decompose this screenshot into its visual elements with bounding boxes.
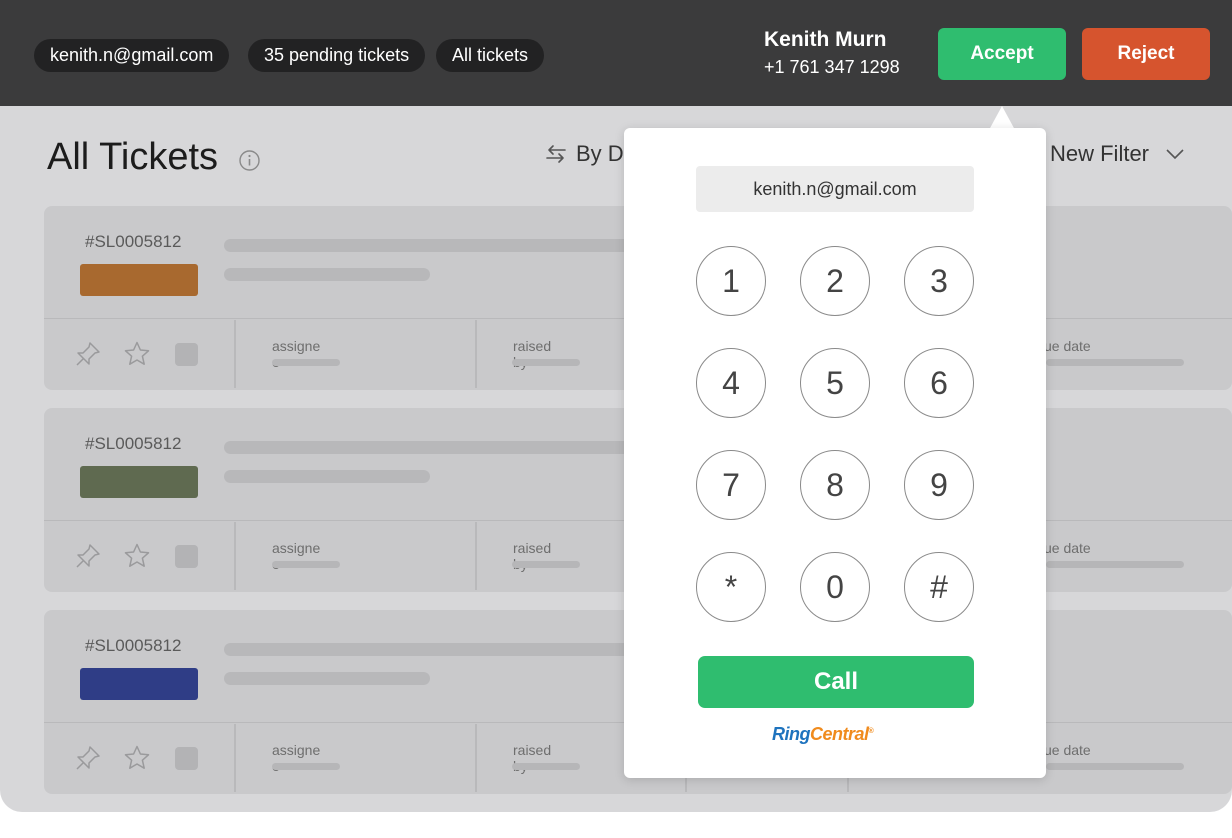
due-date-label: ue date — [1044, 742, 1091, 758]
assignee-placeholder — [272, 561, 340, 568]
ringcentral-logo: RingCentral® — [772, 724, 874, 744]
caller-phone: +1 761 347 1298 — [764, 57, 900, 77]
ticket-tag — [80, 466, 198, 498]
select-checkbox[interactable] — [175, 747, 198, 770]
field-divider — [234, 522, 236, 590]
app-window: kenith.n@gmail.com 35 pending tickets Al… — [0, 0, 1232, 812]
keypad-key[interactable]: 7 — [696, 450, 766, 520]
placeholder-line — [224, 643, 644, 656]
field-divider — [475, 320, 477, 388]
assignee-placeholder — [272, 763, 340, 770]
field-divider — [234, 320, 236, 388]
ticket-id: #SL0005812 — [85, 232, 182, 251]
email-pill[interactable]: kenith.n@gmail.com — [34, 39, 230, 72]
pin-icon[interactable] — [74, 744, 102, 772]
keypad-key[interactable]: 4 — [696, 348, 766, 418]
assignee-placeholder — [272, 359, 340, 366]
sort-control[interactable]: By D — [544, 141, 624, 167]
keypad-key[interactable]: 6 — [904, 348, 974, 418]
due-date-placeholder — [1046, 763, 1184, 770]
keypad-key[interactable]: 9 — [904, 450, 974, 520]
ticket-id: #SL0005812 — [85, 434, 182, 453]
field-divider — [234, 724, 236, 792]
placeholder-line — [224, 470, 430, 483]
due-date-label: ue date — [1044, 540, 1091, 556]
keypad-key[interactable]: 3 — [904, 246, 974, 316]
info-icon[interactable] — [239, 150, 260, 171]
filter-label: New Filter — [1050, 141, 1150, 166]
popup-pointer — [989, 106, 1015, 130]
keypad-key[interactable]: 1 — [696, 246, 766, 316]
select-checkbox[interactable] — [175, 545, 198, 568]
due-date-label: ue date — [1044, 338, 1091, 354]
filter-dropdown[interactable]: New Filter — [1050, 141, 1185, 167]
caller-name: Kenith Murn — [764, 28, 887, 51]
placeholder-line — [224, 441, 644, 454]
incoming-call-bar: kenith.n@gmail.com 35 pending tickets Al… — [0, 0, 1232, 106]
pending-tickets-pill[interactable]: 35 pending tickets — [248, 39, 426, 72]
dial-input[interactable] — [696, 166, 974, 212]
raised-by-placeholder — [512, 561, 580, 568]
sort-label: By D — [576, 141, 624, 166]
keypad-key[interactable]: 0 — [800, 552, 870, 622]
keypad-key[interactable]: * — [696, 552, 766, 622]
keypad-key[interactable]: # — [904, 552, 974, 622]
raised-by-placeholder — [512, 359, 580, 366]
select-checkbox[interactable] — [175, 343, 198, 366]
chevron-down-icon — [1166, 149, 1184, 160]
star-icon[interactable] — [123, 340, 151, 368]
field-divider — [475, 522, 477, 590]
due-date-placeholder — [1046, 561, 1184, 568]
ticket-tag — [80, 264, 198, 296]
all-tickets-pill[interactable]: All tickets — [436, 39, 545, 72]
pin-icon[interactable] — [74, 542, 102, 570]
ticket-id: #SL0005812 — [85, 636, 182, 655]
placeholder-line — [224, 672, 430, 685]
accept-button[interactable]: Accept — [938, 28, 1066, 80]
star-icon[interactable] — [123, 542, 151, 570]
star-icon[interactable] — [123, 744, 151, 772]
keypad-key[interactable]: 2 — [800, 246, 870, 316]
call-button[interactable]: Call — [698, 656, 974, 708]
pin-icon[interactable] — [74, 340, 102, 368]
due-date-placeholder — [1046, 359, 1184, 366]
ticket-tag — [80, 668, 198, 700]
reject-button[interactable]: Reject — [1082, 28, 1210, 80]
placeholder-line — [224, 239, 644, 252]
placeholder-line — [224, 268, 430, 281]
dialer-popup: 123 456 789 * 0 # Call RingCentral® — [624, 128, 1046, 778]
sort-arrows-icon — [546, 145, 566, 163]
page-title: All Tickets — [47, 136, 219, 178]
field-divider — [475, 724, 477, 792]
keypad-key[interactable]: 5 — [800, 348, 870, 418]
raised-by-placeholder — [512, 763, 580, 770]
keypad-key[interactable]: 8 — [800, 450, 870, 520]
